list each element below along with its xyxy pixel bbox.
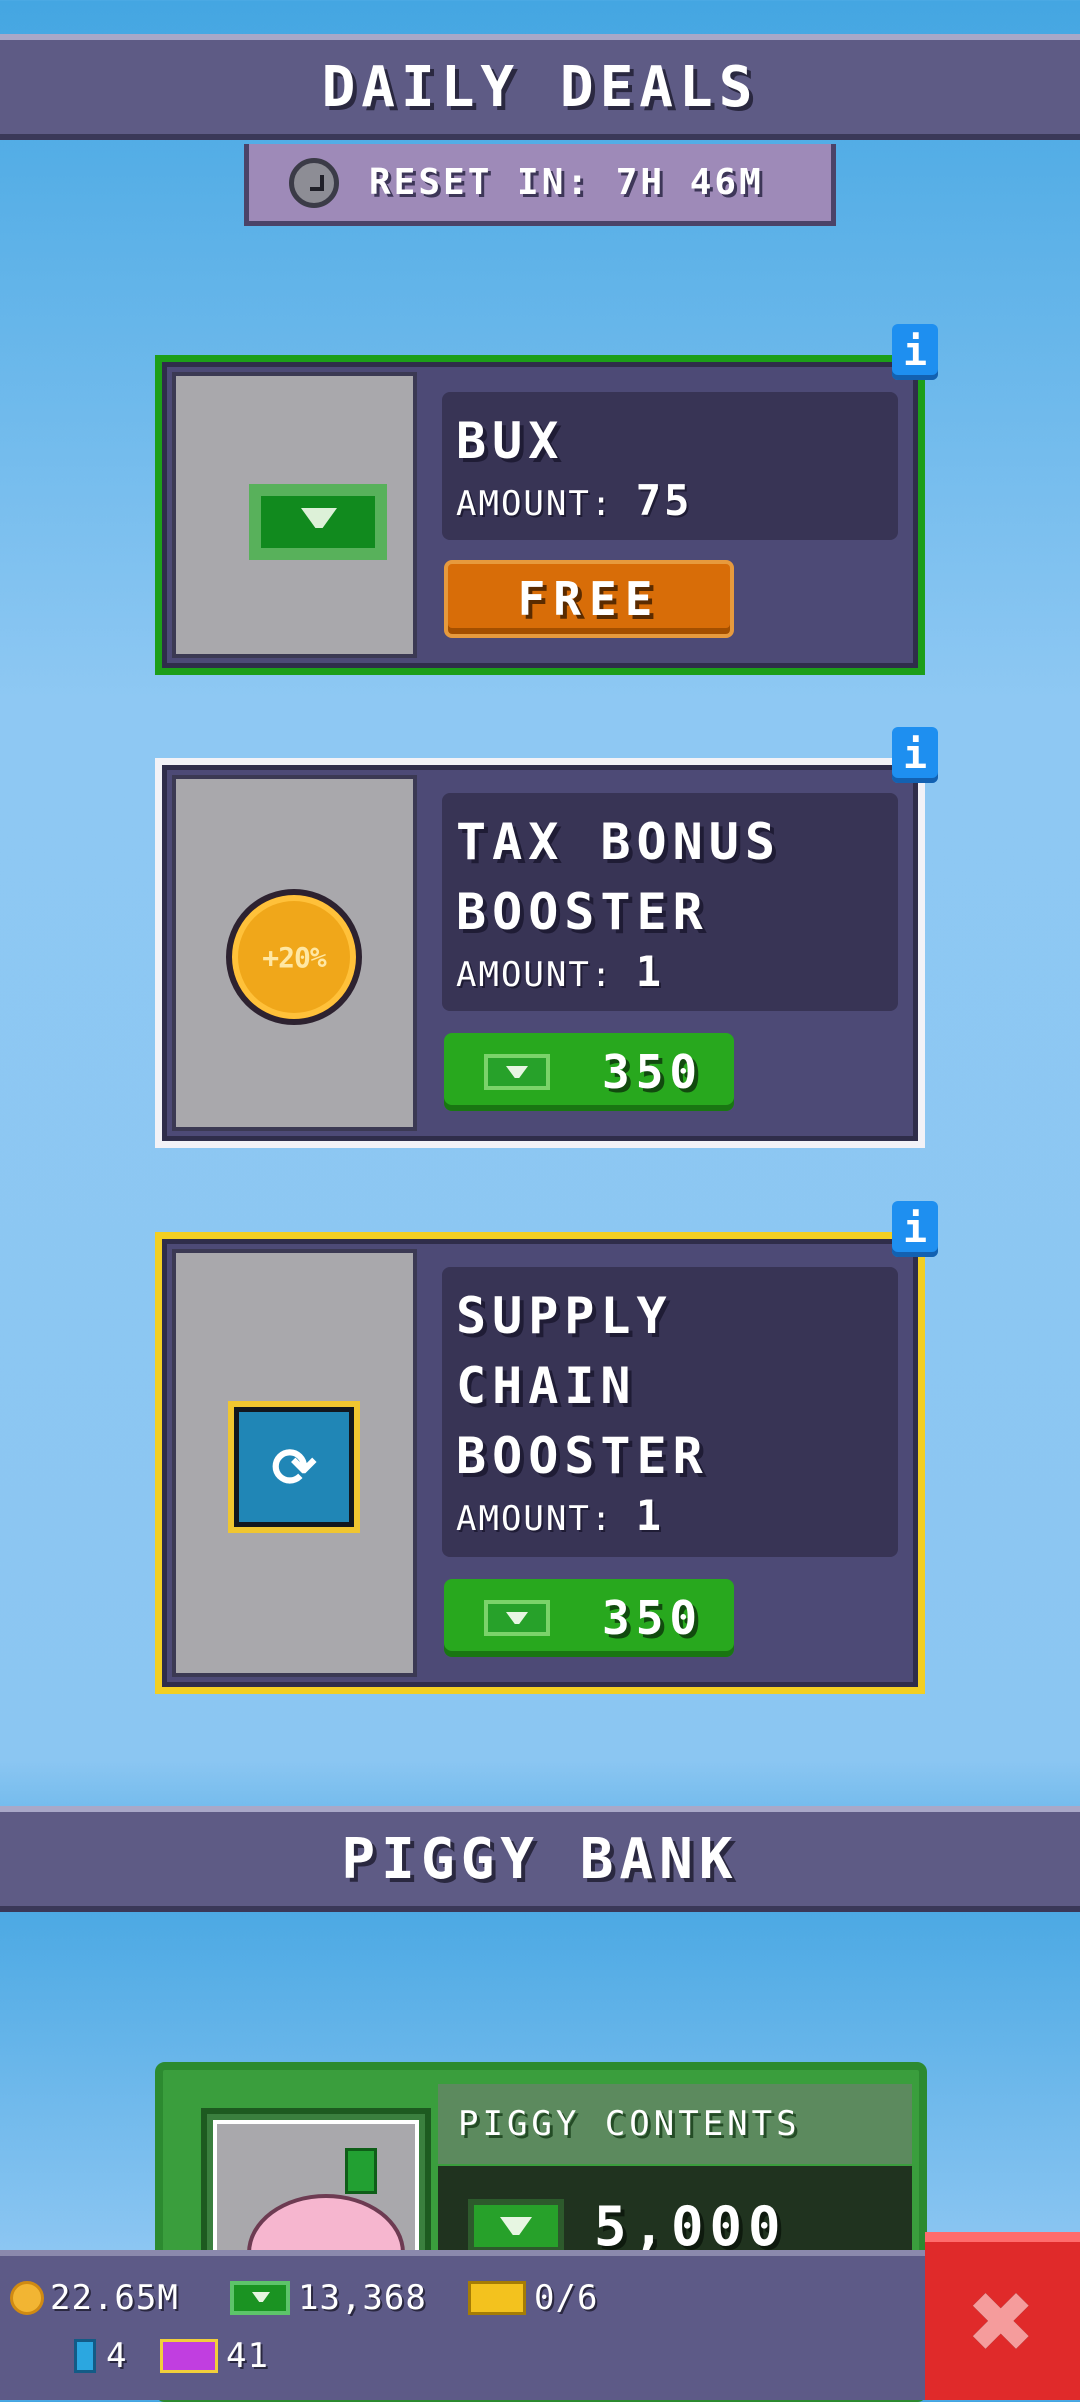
gems-value: 4 (106, 2336, 128, 2376)
tickets-value: 0/6 (534, 2278, 599, 2318)
daily-deals-title: DAILY DEALS (321, 54, 759, 120)
piggy-bank-title: PIGGY BANK (341, 1826, 739, 1892)
daily-deals-header: DAILY DEALS (0, 34, 1080, 140)
info-button-supply-chain[interactable]: i (892, 1201, 938, 1257)
cash-note-icon (345, 2148, 377, 2194)
deal-image-panel (172, 372, 417, 658)
gem-icon (74, 2339, 96, 2373)
supply-chain-icon: ⟳ (228, 1401, 360, 1533)
reset-timer: RESET IN: 7H 46M (244, 144, 836, 226)
deal-name-line1: TAX BONUS (456, 813, 781, 871)
cash-icon (484, 1054, 550, 1090)
buy-button-tax-bonus[interactable]: 350 (444, 1033, 734, 1111)
cash-icon (249, 484, 387, 560)
deal-image-panel: +20% (172, 775, 417, 1131)
close-button[interactable]: ✖ (925, 2232, 1080, 2400)
info-icon: i (902, 329, 928, 375)
deal-info: SUPPLY CHAIN BOOSTER AMOUNT: 1 (442, 1267, 898, 1557)
price-label: 350 (602, 1591, 704, 1645)
coins-value: 22.65M (50, 2278, 179, 2318)
deal-amount-row: AMOUNT: 1 (456, 1491, 884, 1544)
bux-value: 13,368 (298, 2278, 427, 2318)
info-button-bux[interactable]: i (892, 324, 938, 380)
tax-coin-icon: +20% (226, 889, 362, 1025)
amount-value: 1 (635, 947, 665, 996)
clock-icon (289, 157, 339, 208)
cash-icon (230, 2281, 290, 2315)
pass-icon (160, 2339, 218, 2373)
free-button-label: FREE (517, 572, 661, 626)
cash-icon (468, 2199, 564, 2253)
coins-resource: 22.65M (10, 2278, 179, 2318)
amount-label: AMOUNT: (456, 1499, 614, 1539)
deal-info: BUX AMOUNT: 75 (442, 392, 898, 540)
amount-value: 75 (635, 476, 693, 525)
deal-card-supply-chain: ⟳ SUPPLY CHAIN BOOSTER AMOUNT: 1 350 i (155, 1201, 938, 1694)
deal-card-bux: BUX AMOUNT: 75 FREE i (155, 324, 938, 675)
ticket-icon (468, 2281, 526, 2315)
deal-name-line3: BOOSTER (456, 1427, 709, 1485)
deal-card-tax-bonus: +20% TAX BONUS BOOSTER AMOUNT: 1 350 i (155, 727, 938, 1148)
info-icon: i (902, 1206, 928, 1252)
amount-label: AMOUNT: (456, 484, 614, 524)
deal-image-panel: ⟳ (172, 1249, 417, 1677)
tickets-resource: 0/6 (468, 2278, 598, 2318)
amount-label: AMOUNT: (456, 955, 614, 995)
piggy-contents-label: PIGGY CONTENTS (458, 2104, 801, 2144)
close-icon: ✖ (969, 2257, 1036, 2385)
deal-name-line2: CHAIN (456, 1357, 637, 1415)
amount-value: 1 (635, 1491, 665, 1540)
tax-coin-text: +20% (262, 940, 326, 974)
cash-icon (484, 1600, 550, 1636)
info-button-tax-bonus[interactable]: i (892, 727, 938, 783)
free-claim-button[interactable]: FREE (444, 560, 734, 638)
deal-name: BUX (456, 412, 565, 470)
price-label: 350 (602, 1045, 704, 1099)
deal-amount-row: AMOUNT: 75 (456, 476, 884, 529)
gems-resource: 4 (74, 2336, 127, 2376)
resource-bar: 22.65M 13,368 0/6 4 41 (0, 2250, 925, 2400)
passes-value: 41 (226, 2336, 269, 2376)
passes-resource: 41 (160, 2336, 269, 2376)
deal-amount-row: AMOUNT: 1 (456, 947, 884, 1000)
reset-timer-text: RESET IN: 7H 46M (369, 162, 764, 203)
buy-button-supply-chain[interactable]: 350 (444, 1579, 734, 1657)
bux-resource: 13,368 (230, 2278, 427, 2318)
deal-info: TAX BONUS BOOSTER AMOUNT: 1 (442, 793, 898, 1011)
piggy-bank-header: PIGGY BANK (0, 1806, 1080, 1912)
info-icon: i (902, 732, 928, 778)
coin-icon (10, 2281, 44, 2315)
deal-name-line1: SUPPLY (456, 1287, 673, 1345)
piggy-contents-label-bar: PIGGY CONTENTS (438, 2084, 912, 2164)
piggy-contents-amount: 5,000 (594, 2194, 787, 2258)
deal-name-line2: BOOSTER (456, 883, 709, 941)
